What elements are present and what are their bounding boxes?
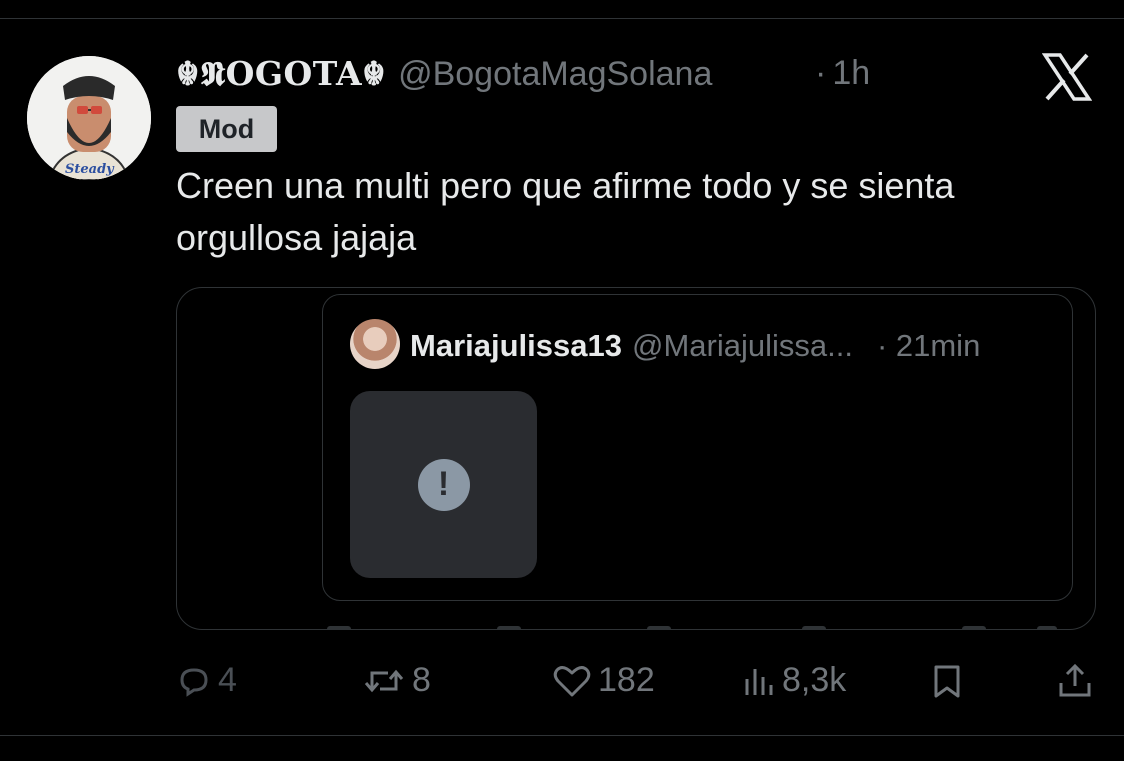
reply-count: 4 <box>218 661 237 699</box>
views-button[interactable]: 8,3k <box>742 661 846 700</box>
tweet-text: Creen una multi pero que afirme todo y s… <box>176 165 955 258</box>
like-count: 182 <box>598 661 655 699</box>
quoted-display-name[interactable]: Mariajulissa13 <box>410 328 622 364</box>
repost-button[interactable]: 8 <box>362 661 431 700</box>
heart-icon <box>553 665 591 696</box>
view-count: 8,3k <box>782 661 847 699</box>
share-icon <box>1059 663 1091 697</box>
display-name[interactable]: ☬𝕹OGOTA☬ <box>176 54 386 94</box>
repost-icon <box>364 669 404 692</box>
avatar[interactable]: Steady <box>27 56 151 180</box>
media-unavailable[interactable]: ! <box>350 391 537 578</box>
x-logo-icon[interactable] <box>1041 52 1093 102</box>
tweet-time[interactable]: 1h <box>832 54 870 93</box>
repost-count: 8 <box>412 661 431 699</box>
comment-icon <box>180 667 208 697</box>
top-divider <box>0 18 1124 19</box>
tweet-header: ☬𝕹OGOTA☬ @BogotaMagSolana <box>176 54 712 94</box>
quoted-avatar[interactable] <box>350 319 400 369</box>
bookmark-button[interactable] <box>930 663 964 699</box>
views-icon <box>745 668 773 695</box>
like-button[interactable]: 182 <box>552 661 655 700</box>
quoted-header: Mariajulissa13 @Mariajulissa... · 21min <box>410 328 980 364</box>
alert-icon: ! <box>417 458 470 511</box>
user-handle[interactable]: @BogotaMagSolana <box>398 55 712 94</box>
avatar-shirt-text: Steady <box>65 162 115 177</box>
cropped-action-row <box>327 626 1057 629</box>
meta-separator: · <box>815 54 827 92</box>
avatar-illustration: Steady <box>27 56 151 180</box>
reply-button[interactable]: 4 <box>176 661 237 700</box>
action-bar: 4 8 182 8,3k <box>0 655 1124 711</box>
tweet-meta: · 1h <box>815 54 870 93</box>
quoted-tweet[interactable]: Mariajulissa13 @Mariajulissa... · 21min … <box>322 294 1073 601</box>
share-button[interactable] <box>1056 663 1094 699</box>
mod-badge: Mod <box>176 106 277 152</box>
bottom-divider <box>0 735 1124 736</box>
quoted-handle[interactable]: @Mariajulissa... <box>632 328 853 364</box>
embedded-card[interactable]: Mariajulissa13 @Mariajulissa... · 21min … <box>176 287 1096 630</box>
quoted-time: · 21min <box>876 328 981 363</box>
bookmark-icon <box>934 665 960 698</box>
